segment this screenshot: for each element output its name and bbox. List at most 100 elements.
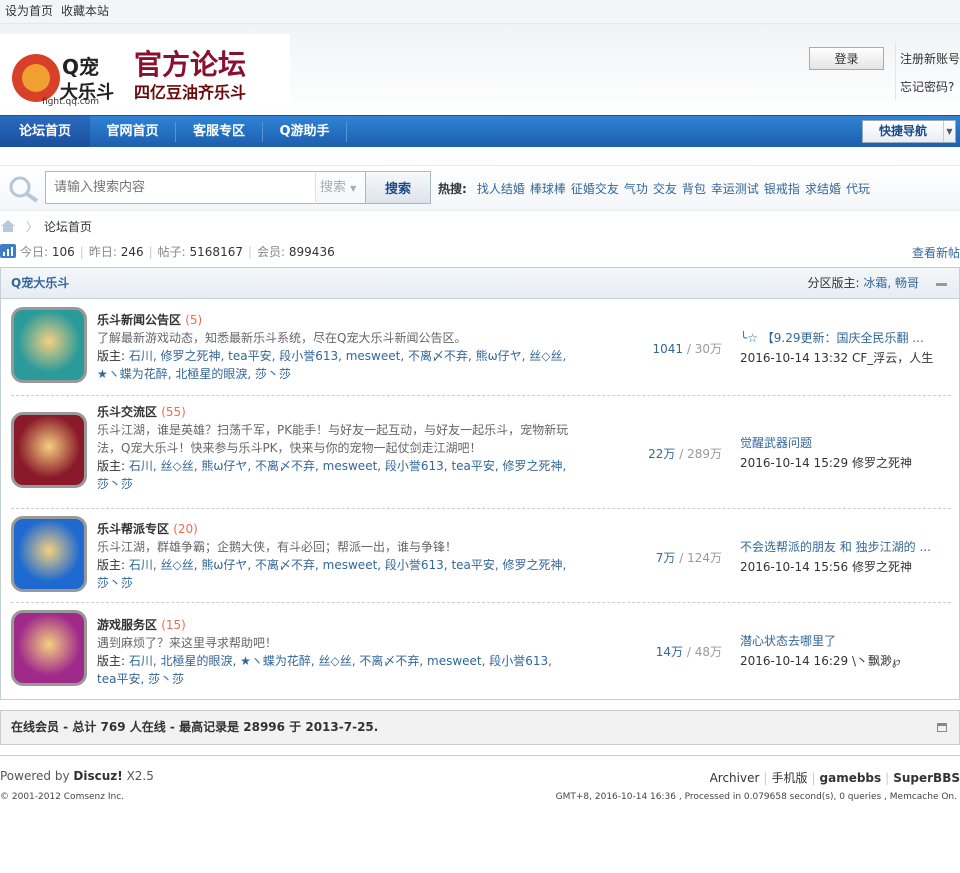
forum-icon[interactable]: [11, 515, 87, 592]
moderators-label: 版主:: [97, 654, 126, 668]
forum-icon[interactable]: [11, 412, 87, 488]
last-post-title[interactable]: ╰☆ 【9.29更新：国庆全民乐翻 ...: [740, 331, 924, 345]
tab-q-helper[interactable]: Q游助手: [263, 116, 346, 147]
forum-name[interactable]: 乐斗新闻公告区: [97, 313, 181, 327]
yesterday-count: 246: [120, 245, 144, 259]
forum-stats: 今日: 106 | 昨日: 246 | 帖子: 5168167 | 会员: 899436: [0, 244, 335, 260]
search-scope-select[interactable]: 搜索 ▼: [315, 171, 365, 204]
top-bar: 设为首页 收藏本站: [0, 0, 960, 24]
hot-link[interactable]: 背包: [682, 182, 706, 196]
hot-link[interactable]: 交友: [653, 182, 677, 196]
set-homepage-link[interactable]: 设为首页: [5, 4, 53, 18]
forum-counts: 14万 / 48万: [655, 645, 722, 659]
search-button[interactable]: 搜索: [365, 171, 431, 204]
register-link[interactable]: 注册新账号: [900, 50, 960, 67]
thread-count: 22万: [648, 447, 676, 461]
quick-nav-button[interactable]: 快捷导航 ▼: [862, 120, 956, 143]
forum-row: 乐斗交流区 (55) 乐斗江湖，谁是英雄？扫荡千军，PK能手！与好友一起互动，与…: [1, 397, 959, 509]
forum-description: 乐斗江湖，群雄争霸；企鹅大侠，有斗必回；帮派一出，谁与争锋！: [97, 540, 458, 554]
today-label: 今日:: [20, 245, 49, 259]
last-post-time: 2016-10-14 16:29: [740, 654, 849, 668]
discuz-link[interactable]: Discuz!: [73, 769, 122, 783]
mobile-link[interactable]: 手机版: [771, 771, 807, 785]
post-count: 124万: [687, 550, 722, 565]
category-box: Q宠大乐斗 分区版主: 冰霜, 畅哥 乐斗新闻公告区 (5) 了解最新游戏动态，…: [0, 267, 960, 700]
post-count: 289万: [687, 447, 722, 461]
powered-by: Powered by Discuz! X2.5: [0, 769, 154, 783]
svg-text:四亿豆油齐乐斗: 四亿豆油齐乐斗: [134, 83, 246, 102]
last-post-user[interactable]: \丶飘渺℘: [852, 654, 900, 668]
online-members-text: 在线会员 - 总计 769 人在线 - 最高记录是 28996 于 2013-7…: [11, 720, 379, 734]
moderator-links[interactable]: 石川, 丝◇丝, 熊ω仔ヤ, 不离〆不弃, mesweet, 段小誉613, t…: [97, 558, 566, 590]
moderator-links[interactable]: 石川, 北極星的眼淚, ★ヽ蝶为花醉, 丝◇丝, 不离〆不弃, mesweet,…: [97, 654, 552, 686]
processing-info: GMT+8, 2016-10-14 16:36 , Processed in 0…: [555, 792, 957, 802]
last-post-title[interactable]: 不会选帮派的朋友 和 独步江湖的 ...: [740, 540, 931, 554]
moderator-links[interactable]: 冰霜, 畅哥: [863, 276, 919, 290]
forgot-password-link[interactable]: 忘记密码?: [900, 78, 954, 95]
online-members-bar[interactable]: 在线会员 - 总计 769 人在线 - 最高记录是 28996 于 2013-7…: [0, 710, 960, 745]
last-post-user[interactable]: 修罗之死神: [852, 456, 912, 470]
today-count: 106: [51, 245, 75, 259]
last-post: ╰☆ 【9.29更新：国庆全民乐翻 ... 2016-10-14 13:32 CF…: [740, 328, 940, 368]
moderator-links[interactable]: 石川, 丝◇丝, 熊ω仔ヤ, 不离〆不弃, mesweet, 段小誉613, t…: [97, 459, 566, 491]
forum-title[interactable]: 游戏服务区 (15): [97, 616, 186, 634]
moderators-label: 版主:: [97, 349, 126, 363]
category-header: Q宠大乐斗 分区版主: 冰霜, 畅哥: [1, 268, 959, 299]
category-title[interactable]: Q宠大乐斗: [11, 276, 69, 290]
svg-text:fight.qq.com: fight.qq.com: [42, 97, 99, 107]
collapse-icon[interactable]: [936, 283, 947, 286]
forum-title[interactable]: 乐斗帮派专区 (20): [97, 520, 198, 538]
tab-customer-service[interactable]: 客服专区: [176, 116, 262, 147]
last-post: 不会选帮派的朋友 和 独步江湖的 ... 2016-10-14 15:56 修罗之…: [740, 537, 940, 577]
forum-title[interactable]: 乐斗交流区 (55): [97, 403, 186, 421]
search-input[interactable]: [45, 171, 315, 204]
bookmark-link[interactable]: 收藏本站: [61, 4, 109, 18]
last-post-time: 2016-10-14 13:32: [740, 351, 849, 365]
forum-row: 乐斗新闻公告区 (5) 了解最新游戏动态，知悉最新乐斗系统，尽在Q宠大乐斗新闻公…: [1, 300, 959, 396]
today-post-count: (55): [161, 405, 186, 419]
forum-name[interactable]: 乐斗帮派专区: [97, 522, 169, 536]
last-post-title[interactable]: 觉醒武器问题: [740, 436, 812, 450]
forum-name[interactable]: 乐斗交流区: [97, 405, 157, 419]
gamebbs-link[interactable]: gamebbs: [820, 771, 882, 785]
hot-link[interactable]: 代玩: [846, 182, 870, 196]
archiver-link[interactable]: Archiver: [710, 771, 760, 785]
last-post-user[interactable]: 修罗之死神: [852, 560, 912, 574]
tab-official-home[interactable]: 官网首页: [90, 116, 175, 147]
posts-count: 5168167: [189, 245, 243, 259]
hot-label: 热搜:: [438, 182, 467, 196]
view-new-posts-link[interactable]: 查看新帖: [912, 244, 960, 261]
login-button[interactable]: 登录: [809, 47, 884, 70]
superbbs-link[interactable]: SuperBBS: [893, 771, 960, 785]
last-post-time: 2016-10-14 15:56: [740, 559, 849, 574]
site-logo[interactable]: Q宠 大乐斗 fight.qq.com 官方论坛 四亿豆油齐乐斗: [0, 34, 290, 108]
last-post-user[interactable]: CF_浮云，人生: [852, 351, 933, 365]
hot-link[interactable]: 找人结婚: [477, 182, 525, 196]
forum-title[interactable]: 乐斗新闻公告区 (5): [97, 311, 202, 329]
tab-forum-home[interactable]: 论坛首页: [0, 116, 90, 147]
hot-link[interactable]: 幸运测试: [711, 182, 759, 196]
main-nav: 论坛首页 官网首页 客服专区 Q游助手: [0, 115, 960, 147]
hot-searches: 热搜: 找人结婚 棒球棒 征婚交友 气功 交友 背包 幸运测试 银戒指 求结婚 代玩: [438, 180, 875, 197]
hot-link[interactable]: 棒球棒: [530, 182, 566, 196]
forum-counts: 7万 / 124万: [655, 550, 722, 565]
thread-count: 14万: [655, 645, 684, 659]
last-post-title[interactable]: 潜心状态去哪里了: [740, 634, 836, 648]
today-post-count: (20): [173, 522, 198, 536]
hot-link[interactable]: 银戒指: [764, 182, 800, 196]
chevron-down-icon: ▼: [943, 121, 955, 142]
row-divider: [11, 395, 951, 396]
forum-name[interactable]: 游戏服务区: [97, 618, 157, 632]
hot-link[interactable]: 气功: [624, 182, 648, 196]
expand-icon[interactable]: [937, 723, 947, 732]
home-icon[interactable]: [0, 219, 16, 233]
moderator-links[interactable]: 石川, 修罗之死神, tea平安, 段小誉613, mesweet, 不离〆不弃…: [97, 349, 566, 381]
version: X2.5: [126, 769, 154, 783]
hot-link[interactable]: 征婚交友: [571, 182, 619, 196]
divider: [895, 42, 896, 100]
forum-icon[interactable]: [11, 307, 87, 383]
forum-counts: 1041 / 30万: [652, 342, 723, 356]
forum-icon[interactable]: [11, 610, 87, 686]
row-divider: [11, 508, 951, 509]
hot-link[interactable]: 求结婚: [805, 182, 841, 196]
